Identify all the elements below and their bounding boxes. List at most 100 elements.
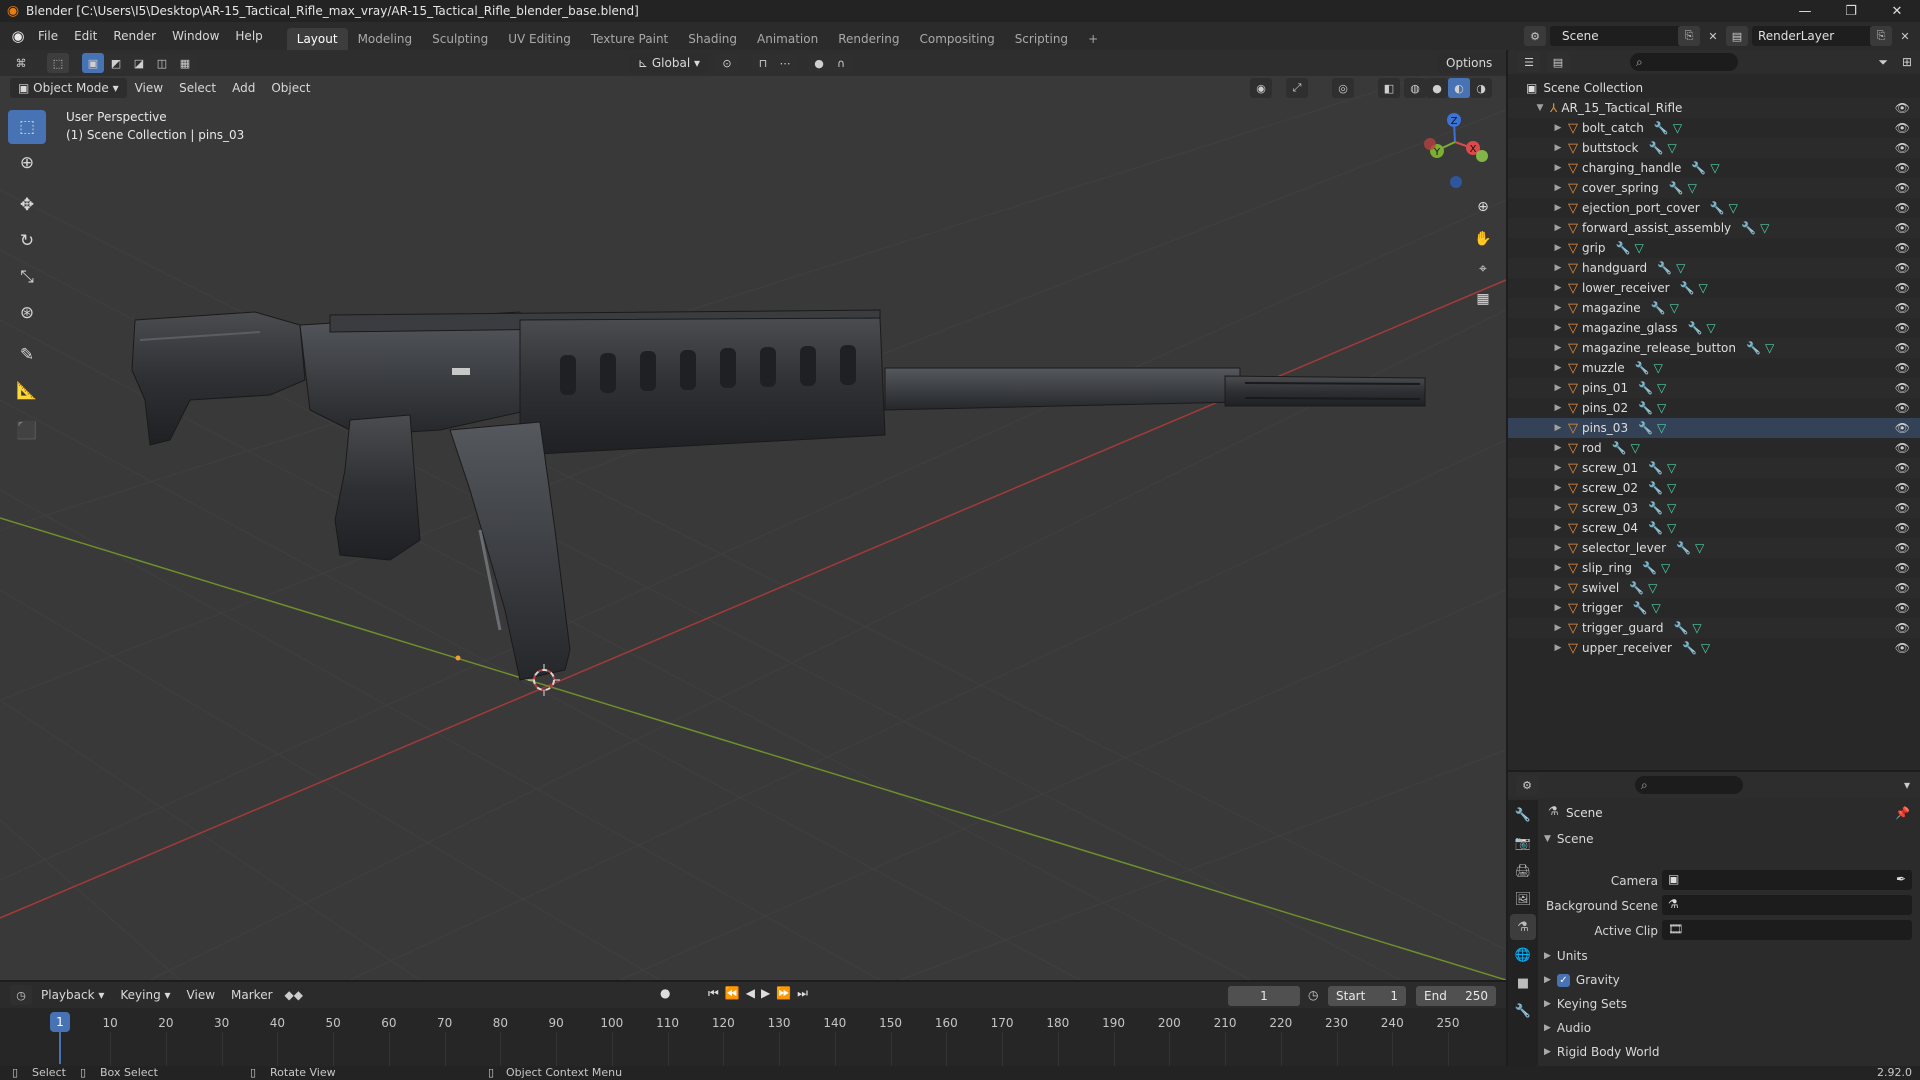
mesh-data-icon[interactable]: ▽ — [1631, 441, 1640, 455]
modifier-wrench-icon[interactable]: 🔧 — [1648, 501, 1663, 515]
measure-tool-icon[interactable]: 📐 — [8, 374, 46, 408]
record-icon[interactable]: ● — [660, 986, 670, 1000]
eye-icon[interactable]: 👁 — [1895, 461, 1910, 475]
expand-arrow-icon[interactable]: ▶ — [1552, 183, 1564, 193]
properties-search-input[interactable]: ⌕ — [1635, 776, 1743, 794]
modifier-wrench-icon[interactable]: 🔧 — [1633, 601, 1648, 615]
outliner-object-row[interactable]: ▶ ▽ swivel 🔧 ▽ 👁 — [1508, 578, 1920, 598]
outliner-object-row[interactable]: ▶ ▽ cover_spring 🔧 ▽ 👁 — [1508, 178, 1920, 198]
menu-playback[interactable]: Playback ▾ — [33, 985, 112, 1005]
minimize-button[interactable]: — — [1782, 0, 1828, 22]
eye-icon[interactable]: 👁 — [1895, 401, 1910, 415]
tab-texture-paint[interactable]: Texture Paint — [581, 28, 678, 50]
modifier-wrench-icon[interactable]: 🔧 — [1676, 541, 1691, 555]
tab-modeling[interactable]: Modeling — [348, 28, 423, 50]
expand-arrow-icon[interactable]: ▶ — [1552, 423, 1564, 433]
mesh-data-icon[interactable]: ▽ — [1701, 641, 1710, 655]
material-shading-icon[interactable]: ◐ — [1448, 78, 1470, 98]
mesh-data-icon[interactable]: ▽ — [1699, 281, 1708, 295]
modifier-wrench-icon[interactable]: 🔧 — [1654, 121, 1669, 135]
view-layer-browse-icon[interactable]: ▤ — [1726, 26, 1748, 46]
outliner-object-row[interactable]: ▶ ▽ screw_02 🔧 ▽ 👁 — [1508, 478, 1920, 498]
menu-keying[interactable]: Keying ▾ — [112, 985, 178, 1005]
keying-sets-panel-header[interactable]: ▶ Keying Sets — [1544, 993, 1914, 1015]
camera-view-icon[interactable]: ⌖ — [1470, 256, 1496, 282]
outliner-object-row[interactable]: ▶ ▽ trigger_guard 🔧 ▽ 👁 — [1508, 618, 1920, 638]
mesh-data-icon[interactable]: ▽ — [1667, 501, 1676, 515]
expand-arrow-icon[interactable]: ▶ — [1552, 323, 1564, 333]
transform-tool-icon[interactable]: ⊛ — [8, 296, 46, 330]
mesh-data-icon[interactable]: ▽ — [1634, 241, 1643, 255]
scale-tool-icon[interactable]: ⤡ — [8, 260, 46, 294]
expand-arrow-icon[interactable]: ▶ — [1552, 303, 1564, 313]
menu-select[interactable]: Select — [171, 78, 224, 98]
mesh-data-icon[interactable]: ▽ — [1765, 341, 1774, 355]
outliner-object-row[interactable]: ▶ ▽ magazine_release_button 🔧 ▽ 👁 — [1508, 338, 1920, 358]
mesh-data-icon[interactable]: ▽ — [1695, 541, 1704, 555]
outliner-search-input[interactable]: ⌕ — [1630, 53, 1738, 71]
end-frame-field[interactable]: End 250 — [1416, 986, 1496, 1006]
new-view-layer-icon[interactable]: ⎘ — [1870, 26, 1892, 46]
mesh-data-icon[interactable]: ▽ — [1661, 561, 1670, 575]
eye-icon[interactable]: 👁 — [1895, 201, 1910, 215]
mesh-data-icon[interactable]: ▽ — [1667, 521, 1676, 535]
filter-icon[interactable]: ⏷ — [1878, 55, 1888, 70]
expand-arrow-icon[interactable]: ▶ — [1552, 603, 1564, 613]
menu-add[interactable]: Add — [224, 78, 263, 98]
gravity-checkbox[interactable]: ✓ — [1556, 973, 1570, 987]
pan-hand-icon[interactable]: ✋ — [1470, 226, 1496, 252]
visibility-icon[interactable]: ◉ — [1250, 78, 1272, 98]
world-tab-icon[interactable]: 🌐 — [1510, 942, 1536, 968]
gizmo-toggle-icon[interactable]: ⤢ — [1286, 78, 1308, 98]
outliner-object-row[interactable]: ▶ ▽ screw_04 🔧 ▽ 👁 — [1508, 518, 1920, 538]
outliner-object-row[interactable]: ▶ ▽ lower_receiver 🔧 ▽ 👁 — [1508, 278, 1920, 298]
outliner-object-row[interactable]: ▶ ▽ grip 🔧 ▽ 👁 — [1508, 238, 1920, 258]
rotate-tool-icon[interactable]: ↻ — [8, 224, 46, 258]
eye-icon[interactable]: 👁 — [1895, 301, 1910, 315]
outliner-object-row[interactable]: ▶ ▽ magazine 🔧 ▽ 👁 — [1508, 298, 1920, 318]
add-cube-tool-icon[interactable]: ⬛ — [8, 414, 46, 448]
add-workspace-button[interactable]: + — [1078, 28, 1108, 50]
outliner-object-row[interactable]: ▶ ▽ ejection_port_cover 🔧 ▽ 👁 — [1508, 198, 1920, 218]
mesh-data-icon[interactable]: ▽ — [1670, 301, 1679, 315]
render-tab-icon[interactable]: 📷 — [1510, 830, 1536, 856]
mesh-data-icon[interactable]: ▽ — [1692, 621, 1701, 635]
modifier-wrench-icon[interactable]: 🔧 — [1687, 321, 1702, 335]
eye-icon[interactable]: 👁 — [1895, 121, 1910, 135]
tab-sculpting[interactable]: Sculpting — [422, 28, 498, 50]
eye-icon[interactable]: 👁 — [1895, 341, 1910, 355]
modifier-wrench-icon[interactable]: 🔧 — [1642, 561, 1657, 575]
outliner-object-row[interactable]: ▶ ▽ upper_receiver 🔧 ▽ 👁 — [1508, 638, 1920, 658]
expand-arrow-icon[interactable]: ▶ — [1552, 263, 1564, 273]
select-new-icon[interactable]: ▣ — [82, 53, 104, 73]
expand-arrow-icon[interactable]: ▼ — [1534, 103, 1546, 113]
mesh-data-icon[interactable]: ▽ — [1657, 381, 1666, 395]
keyframe-icons[interactable]: ◆◆ — [285, 988, 303, 1002]
outliner-scene-collection[interactable]: ▣ Scene Collection — [1508, 78, 1920, 98]
scene-name-field[interactable]: Scene — [1550, 26, 1688, 46]
mesh-data-icon[interactable]: ▽ — [1667, 461, 1676, 475]
navigation-gizmo[interactable]: Z X Y — [1424, 113, 1488, 188]
eye-icon[interactable]: 👁 — [1895, 361, 1910, 375]
modifier-wrench-icon[interactable]: 🔧 — [1638, 381, 1653, 395]
mesh-data-icon[interactable]: ▽ — [1657, 421, 1666, 435]
modifier-tab-icon[interactable]: 🔧 — [1510, 998, 1536, 1024]
modifier-wrench-icon[interactable]: 🔧 — [1638, 401, 1653, 415]
menu-render[interactable]: Render — [105, 22, 164, 50]
outliner-object-row[interactable]: ▶ ▽ handguard 🔧 ▽ 👁 — [1508, 258, 1920, 278]
outliner-object-row[interactable]: ▶ ▽ charging_handle 🔧 ▽ 👁 — [1508, 158, 1920, 178]
modifier-wrench-icon[interactable]: 🔧 — [1691, 161, 1706, 175]
outliner-object-row[interactable]: ▶ ▽ pins_03 🔧 ▽ 👁 — [1508, 418, 1920, 438]
units-panel-header[interactable]: ▶ Units — [1544, 945, 1914, 967]
playback-controls-icon[interactable]: ⏮⏪◀▶⏩⏭ — [708, 986, 814, 1001]
eyedropper-icon[interactable]: ✒ — [1896, 872, 1906, 886]
annotate-tool-icon[interactable]: ✎ — [8, 338, 46, 372]
background-scene-field[interactable] — [1662, 895, 1912, 915]
menu-timeline-view[interactable]: View — [179, 985, 223, 1005]
tab-rendering[interactable]: Rendering — [828, 28, 909, 50]
eye-icon[interactable]: 👁 — [1895, 141, 1910, 155]
camera-field[interactable] — [1662, 870, 1912, 890]
solid-shading-icon[interactable]: ● — [1426, 78, 1448, 98]
select-tool-icon[interactable]: ⬚ — [47, 53, 69, 73]
mesh-data-icon[interactable]: ▽ — [1667, 481, 1676, 495]
